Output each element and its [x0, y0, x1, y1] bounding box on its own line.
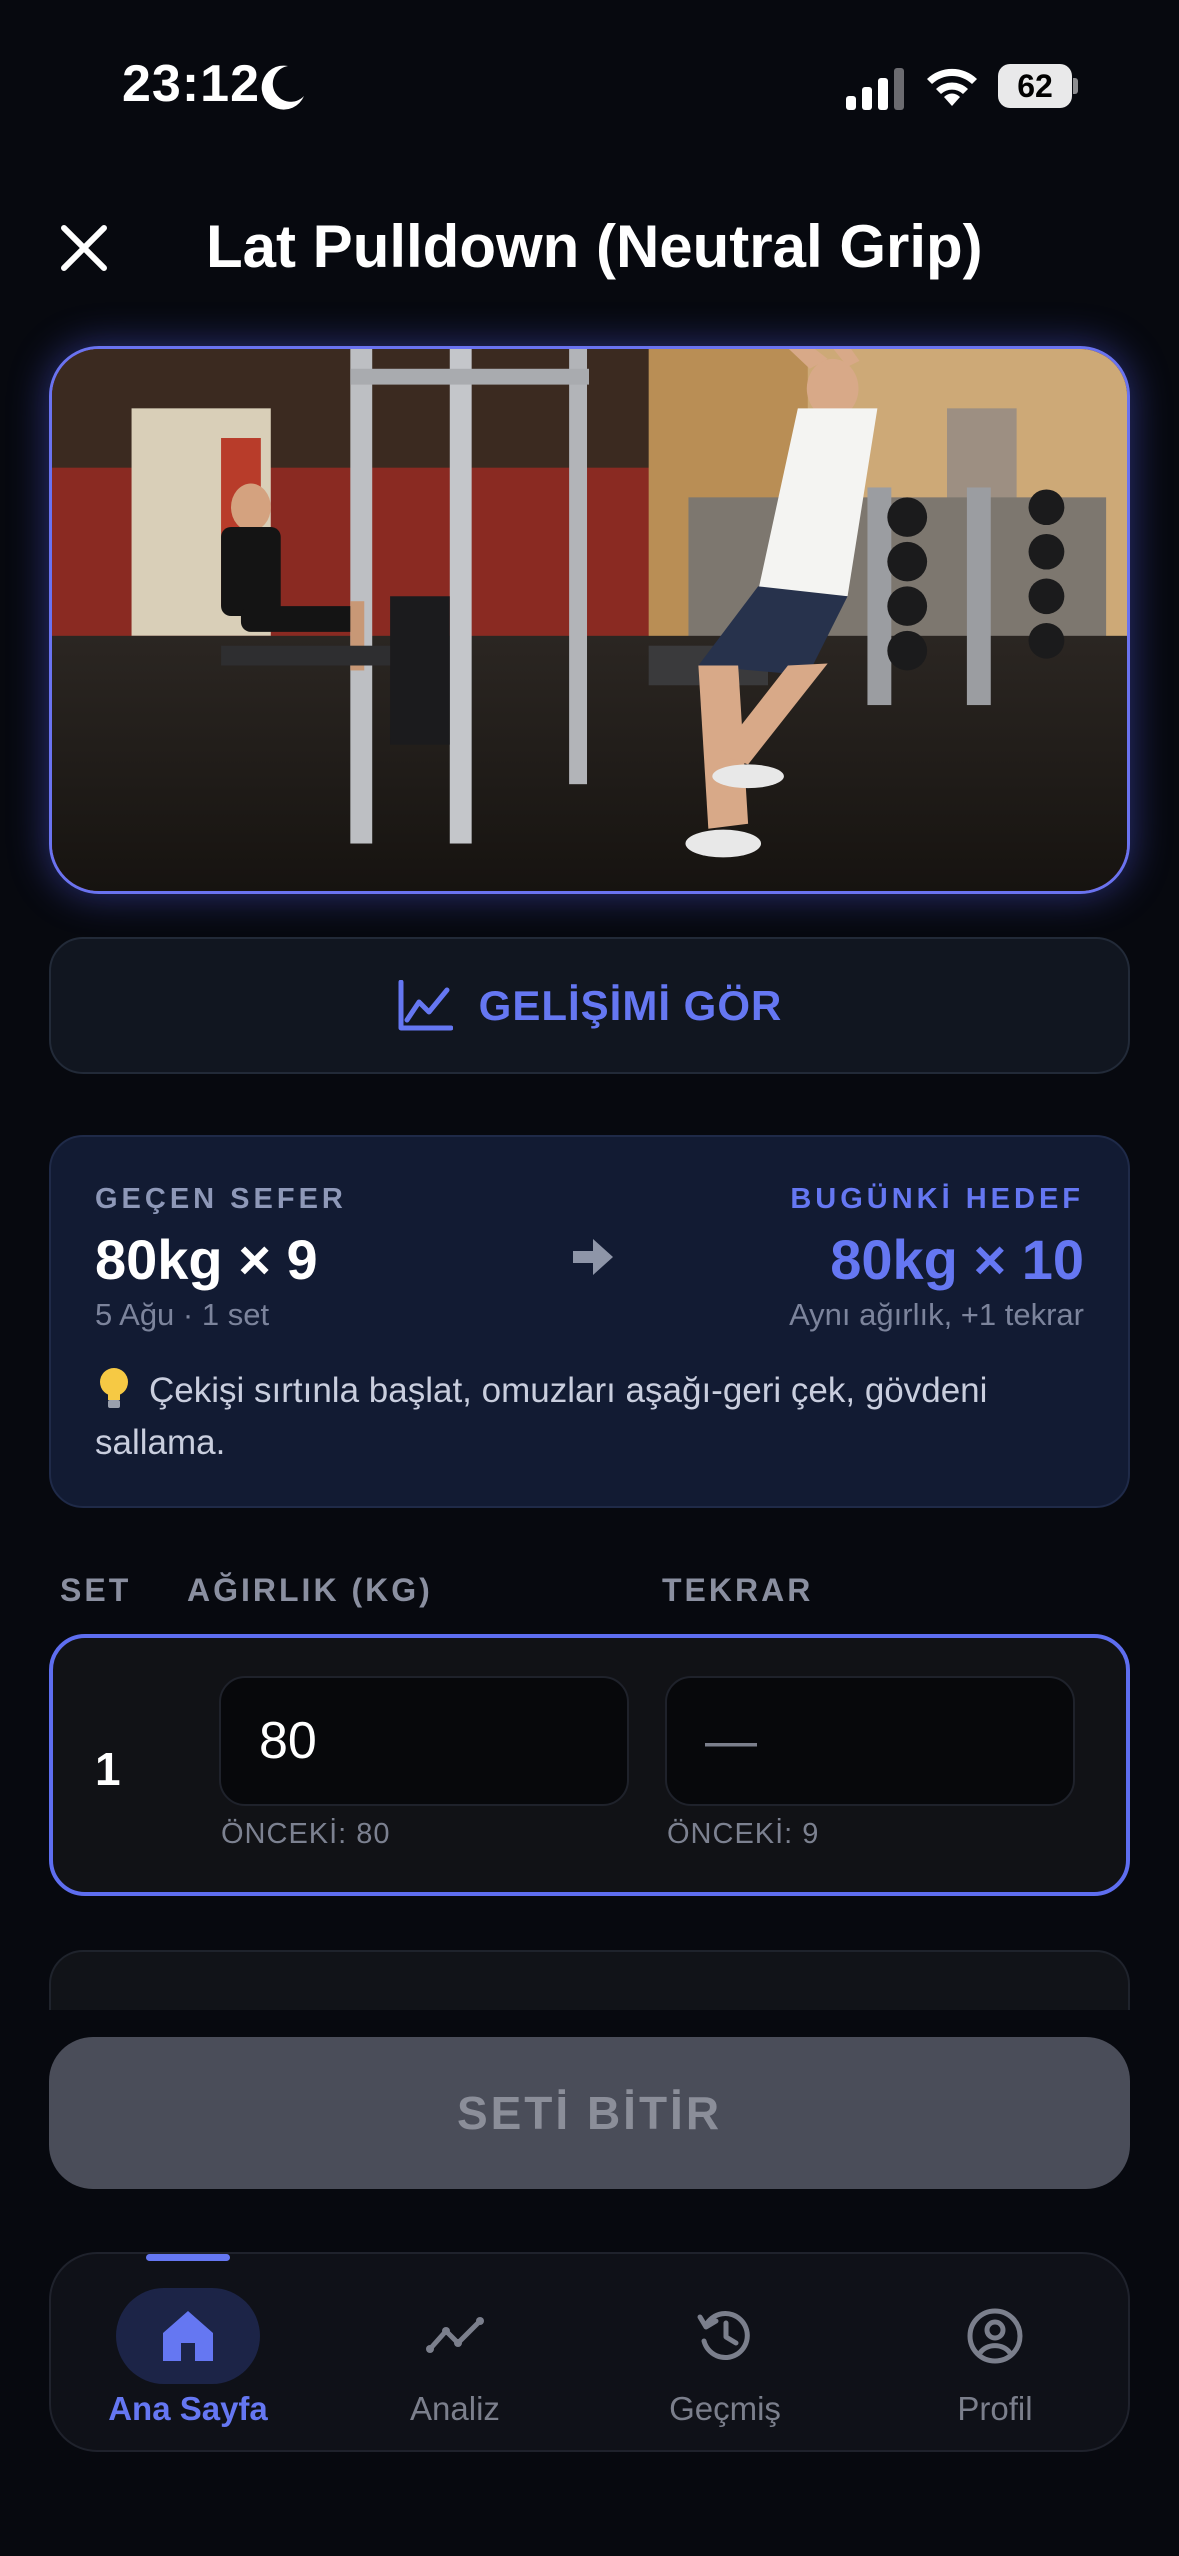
set-number: 1	[95, 1743, 121, 1795]
bottom-tab-bar: Ana Sayfa Analiz Geçmiş Profil	[49, 2252, 1130, 2452]
form-tip-text: Çekişi sırtınla başlat, omuzları aşağı-g…	[95, 1371, 988, 1462]
home-icon-wrap	[116, 2288, 260, 2384]
analytics-icon-wrap	[383, 2288, 527, 2384]
last-session-meta: 5 Ağu · 1 set	[95, 1297, 270, 1332]
set-row: 1 80 — ÖNCEKİ: 80 ÖNCEKİ: 9	[49, 1634, 1130, 1896]
exercise-video[interactable]	[49, 346, 1130, 894]
tab-home[interactable]: Ana Sayfa	[88, 2280, 288, 2440]
profile-icon	[967, 2308, 1023, 2364]
last-session-value: 80kg × 9	[95, 1228, 318, 1291]
status-time: 23:12	[122, 55, 260, 113]
history-icon	[697, 2311, 750, 2360]
home-icon	[163, 2311, 213, 2361]
analytics-icon	[426, 2317, 484, 2353]
column-header-set: SET	[60, 1572, 132, 1608]
view-progress-label: GELİŞİMİ GÖR	[478, 981, 783, 1029]
next-set-row	[49, 1950, 1130, 2010]
view-progress-button[interactable]: GELİŞİMİ GÖR	[49, 937, 1130, 1074]
arrow-right-icon	[573, 1239, 613, 1275]
previous-reps-hint: ÖNCEKİ: 9	[667, 1818, 820, 1850]
last-session-label: GEÇEN SEFER	[95, 1183, 347, 1215]
profile-icon-wrap	[923, 2288, 1067, 2384]
today-target-value: 80kg × 10	[830, 1228, 1084, 1291]
weight-input[interactable]: 80	[219, 1676, 629, 1806]
today-target-meta: Aynı ağırlık, +1 tekrar	[789, 1297, 1084, 1332]
tab-profile[interactable]: Profil	[895, 2280, 1095, 2440]
reps-input[interactable]: —	[665, 1676, 1075, 1806]
finish-set-button[interactable]: SETİ BİTİR	[49, 2037, 1130, 2189]
exercise-video-illustration	[52, 349, 1127, 891]
active-tab-indicator	[146, 2254, 230, 2261]
battery-indicator: 62	[998, 64, 1078, 108]
previous-weight-hint: ÖNCEKİ: 80	[221, 1818, 391, 1850]
today-target-label: BUGÜNKİ HEDEF	[790, 1183, 1084, 1215]
lightbulb-icon	[100, 1368, 128, 1408]
moon-icon	[261, 65, 304, 110]
line-chart-icon	[398, 979, 453, 1030]
last-vs-target-card: GEÇEN SEFER 80kg × 9 5 Ağu · 1 set BUGÜN…	[49, 1135, 1130, 1508]
close-icon[interactable]	[58, 222, 110, 274]
page-title: Lat Pulldown (Neutral Grip)	[206, 213, 983, 280]
column-header-reps: TEKRAR	[662, 1572, 814, 1608]
form-tip: Çekişi sırtınla başlat, omuzları aşağı-g…	[95, 1365, 1095, 1469]
battery-cap	[1073, 78, 1078, 94]
status-bar: 23:12 62	[0, 0, 1179, 170]
battery-level: 62	[998, 64, 1072, 108]
tab-analytics[interactable]: Analiz	[355, 2280, 555, 2440]
tab-history-label: Geçmiş	[669, 2390, 781, 2427]
tab-analytics-label: Analiz	[410, 2390, 500, 2427]
wifi-icon	[927, 68, 977, 106]
column-header-weight: AĞIRLIK (KG)	[187, 1572, 433, 1608]
cellular-signal-icon	[846, 68, 904, 110]
tab-history[interactable]: Geçmiş	[625, 2280, 825, 2440]
tab-profile-label: Profil	[957, 2390, 1033, 2427]
history-icon-wrap	[653, 2288, 797, 2384]
finish-set-label: SETİ BİTİR	[456, 2087, 723, 2139]
tab-home-label: Ana Sayfa	[108, 2390, 268, 2427]
